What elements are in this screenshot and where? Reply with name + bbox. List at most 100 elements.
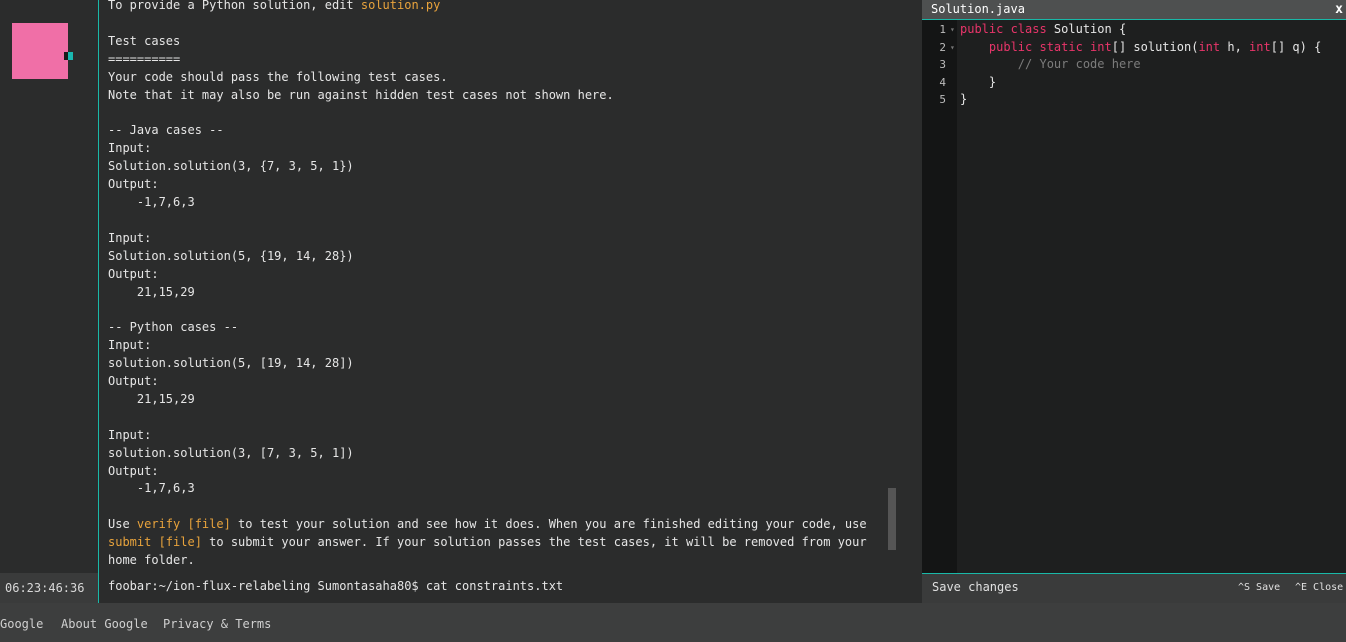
fold-arrow-icon[interactable]: ▾ — [950, 25, 955, 34]
site-footer: Google About Google Privacy & Terms — [0, 603, 1346, 642]
terminal-line — [108, 212, 868, 230]
avatar-eye — [68, 52, 73, 60]
terminal-line: 21,15,29 — [108, 391, 868, 409]
terminal-line-text: Test cases — [108, 33, 181, 48]
line-number: 5 — [939, 93, 946, 106]
line-number: 1 — [939, 23, 946, 36]
terminal-line — [108, 301, 868, 319]
line-number: 2 — [939, 40, 946, 54]
terminal-line: submit [file] to submit your answer. If … — [108, 534, 868, 552]
terminal-line-text: 21,15,29 — [108, 391, 195, 406]
line-number-gutter: 1 ▾ 2 ▾ 3 4 5 — [922, 20, 957, 573]
terminal-line: To provide a Python solution, edit solut… — [108, 0, 868, 15]
terminal-line-text: home folder. — [108, 553, 195, 568]
terminal-line — [108, 15, 868, 33]
editor-footer: Save changes ^S Save ^E Close — [922, 573, 1346, 603]
terminal-line-text: -- Python cases -- — [108, 320, 239, 335]
code-line-text: } — [960, 74, 997, 89]
left-sidebar — [0, 0, 98, 603]
code-line-text: } — [960, 92, 968, 106]
terminal-prompt[interactable]: foobar:~/ion-flux-relabeling Sumontasaha… — [108, 578, 563, 595]
terminal-line: Output: — [108, 266, 868, 284]
code-line: public static int[] solution(int h, int[… — [960, 39, 1321, 57]
terminal-line-text: solution.solution(5, [19, 14, 28]) — [108, 356, 354, 371]
terminal-line-text: Your code should pass the following test… — [108, 69, 448, 84]
terminal-output: To provide a Python solution, edit solut… — [108, 0, 868, 570]
terminal-line: Solution.solution(5, {19, 14, 28}) — [108, 248, 868, 266]
code-editor[interactable]: Solution.java x 1 ▾ 2 ▾ 3 4 5 public class Sol… — [922, 0, 1346, 603]
line-number: 3 — [939, 58, 946, 71]
terminal-line: Solution.solution(3, {7, 3, 5, 1}) — [108, 158, 868, 176]
avatar — [12, 23, 68, 79]
terminal-line-text: Input: — [108, 338, 152, 353]
terminal-line: Output: — [108, 176, 868, 194]
code-line-text: [] q) { — [1270, 39, 1322, 54]
terminal-line-text — [108, 410, 115, 424]
code-line: } — [960, 91, 1321, 109]
terminal-line-text: -- Java cases -- — [108, 123, 224, 138]
terminal-line-text — [108, 302, 115, 316]
code-line-text: int — [1198, 39, 1221, 54]
code-line-text: Solution { — [1046, 22, 1127, 36]
editor-filename: Solution.java — [931, 2, 1025, 16]
terminal-panel[interactable]: To provide a Python solution, edit solut… — [98, 0, 896, 603]
terminal-line-text: Solution.solution(3, {7, 3, 5, 1}) — [108, 159, 354, 174]
terminal-line-text: Input: — [108, 230, 152, 245]
code-line-text: // Your code here — [1017, 57, 1141, 71]
terminal-line-text: to test your solution and see how it doe… — [230, 517, 867, 532]
countdown-clock: 06:23:46:36 — [0, 573, 98, 603]
code-line-text: int — [1249, 39, 1271, 54]
terminal-line-text: Output: — [108, 463, 159, 478]
terminal-scrollbar[interactable] — [888, 0, 896, 550]
terminal-line-text: solution.py — [360, 0, 441, 12]
code-line-text: public class — [960, 22, 1047, 36]
terminal-line-text: Solution.solution(5, {19, 14, 28}) — [108, 248, 354, 263]
code-area[interactable]: public class Solution { public static in… — [960, 21, 1321, 109]
terminal-line: -1,7,6,3 — [108, 194, 868, 212]
terminal-line-text: -1,7,6,3 — [108, 194, 195, 209]
terminal-line-text — [108, 16, 115, 30]
fold-arrow-icon[interactable]: ▾ — [950, 43, 955, 52]
terminal-line-text: ========== — [108, 51, 181, 66]
code-line-text: h, — [1220, 39, 1250, 54]
terminal-line-text: To provide a Python solution, edit — [108, 0, 361, 12]
terminal-line-text — [108, 105, 115, 119]
save-shortcut[interactable]: ^S Save — [1238, 582, 1280, 593]
terminal-line-text: Input: — [108, 141, 152, 156]
terminal-scrollbar-thumb[interactable] — [888, 488, 896, 550]
code-line: } — [960, 74, 1321, 92]
terminal-line: Input: — [108, 230, 868, 248]
editor-titlebar: Solution.java x — [922, 0, 1346, 20]
code-line: // Your code here — [960, 56, 1321, 74]
terminal-line: Note that it may also be run against hid… — [108, 87, 868, 105]
footer-link-about-google[interactable]: About Google — [61, 617, 148, 631]
terminal-line-text: -1,7,6,3 — [108, 481, 195, 496]
close-icon[interactable]: x — [1335, 2, 1343, 17]
terminal-line: -- Java cases -- — [108, 122, 868, 140]
code-line: public class Solution { — [960, 21, 1321, 39]
footer-link-google[interactable]: Google — [0, 617, 43, 631]
terminal-line-text: Use — [108, 517, 137, 532]
terminal-line: solution.solution(3, [7, 3, 5, 1]) — [108, 445, 868, 463]
terminal-line-text: 21,15,29 — [108, 284, 195, 299]
terminal-line-text: submit [file] — [108, 535, 202, 550]
terminal-line: 21,15,29 — [108, 284, 868, 302]
terminal-line: Use verify [file] to test your solution … — [108, 516, 868, 534]
close-shortcut[interactable]: ^E Close — [1295, 582, 1343, 593]
terminal-line-text: solution.solution(3, [7, 3, 5, 1]) — [108, 445, 354, 460]
terminal-line: Your code should pass the following test… — [108, 69, 868, 87]
terminal-line-text: Input: — [108, 427, 152, 442]
terminal-line: Input: — [108, 337, 868, 355]
terminal-line: home folder. — [108, 552, 868, 570]
terminal-line — [108, 409, 868, 427]
terminal-line: Test cases — [108, 33, 868, 51]
save-changes-label[interactable]: Save changes — [932, 580, 1019, 594]
footer-link-privacy-terms[interactable]: Privacy & Terms — [163, 617, 271, 631]
terminal-line: Input: — [108, 140, 868, 158]
terminal-line: -- Python cases -- — [108, 319, 868, 337]
terminal-line-text: Note that it may also be run against hid… — [108, 87, 614, 102]
terminal-line-text: to submit your answer. If your solution … — [201, 535, 867, 550]
code-line-text: public static int — [988, 39, 1112, 54]
